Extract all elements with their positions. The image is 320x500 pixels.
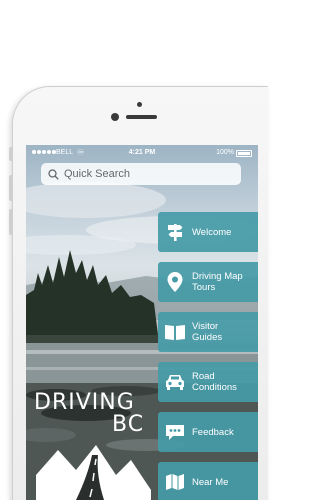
proximity-sensor xyxy=(137,102,142,107)
menu-item-label: Road Conditions xyxy=(192,371,237,393)
mute-switch xyxy=(9,147,12,161)
menu-item-label: Welcome xyxy=(192,226,232,238)
speech-bubble-icon xyxy=(158,412,192,452)
search-bar[interactable] xyxy=(41,163,241,185)
volume-up-button xyxy=(9,175,12,201)
front-camera xyxy=(111,113,119,121)
volume-down-button xyxy=(9,209,12,235)
signpost-icon xyxy=(158,212,192,252)
menu-item-driving-map-tours[interactable]: Driving Map Tours xyxy=(158,262,258,302)
menu-item-visitor-guides[interactable]: Visitor Guides xyxy=(158,312,258,352)
menu-item-label: Near Me xyxy=(192,476,229,488)
menu-item-label: Visitor Guides xyxy=(192,321,223,343)
menu-item-label: Feedback xyxy=(192,426,234,438)
search-icon xyxy=(48,168,59,180)
menu-item-label: Driving Map Tours xyxy=(192,271,243,293)
menu-item-near-me[interactable]: Near Me xyxy=(158,462,258,500)
app-screen: BELL ♾ 4:21 PM 100% DRIVING BC Welcome D… xyxy=(26,145,258,500)
map-pin-icon xyxy=(158,262,192,302)
search-input[interactable] xyxy=(64,168,224,180)
open-book-icon xyxy=(158,312,192,352)
menu-item-road-conditions[interactable]: Road Conditions xyxy=(158,362,258,402)
battery-icon xyxy=(236,150,252,157)
logo-text-bc: BC xyxy=(112,412,145,437)
battery-percentage: 100% xyxy=(216,149,234,156)
folded-map-icon xyxy=(158,462,192,500)
status-bar: BELL ♾ 4:21 PM 100% xyxy=(26,148,258,160)
driving-bc-logo: DRIVING BC xyxy=(32,391,157,500)
earpiece-speaker xyxy=(126,115,157,119)
menu-item-welcome[interactable]: Welcome xyxy=(158,212,258,252)
car-icon xyxy=(158,362,192,402)
menu-item-feedback[interactable]: Feedback xyxy=(158,412,258,452)
